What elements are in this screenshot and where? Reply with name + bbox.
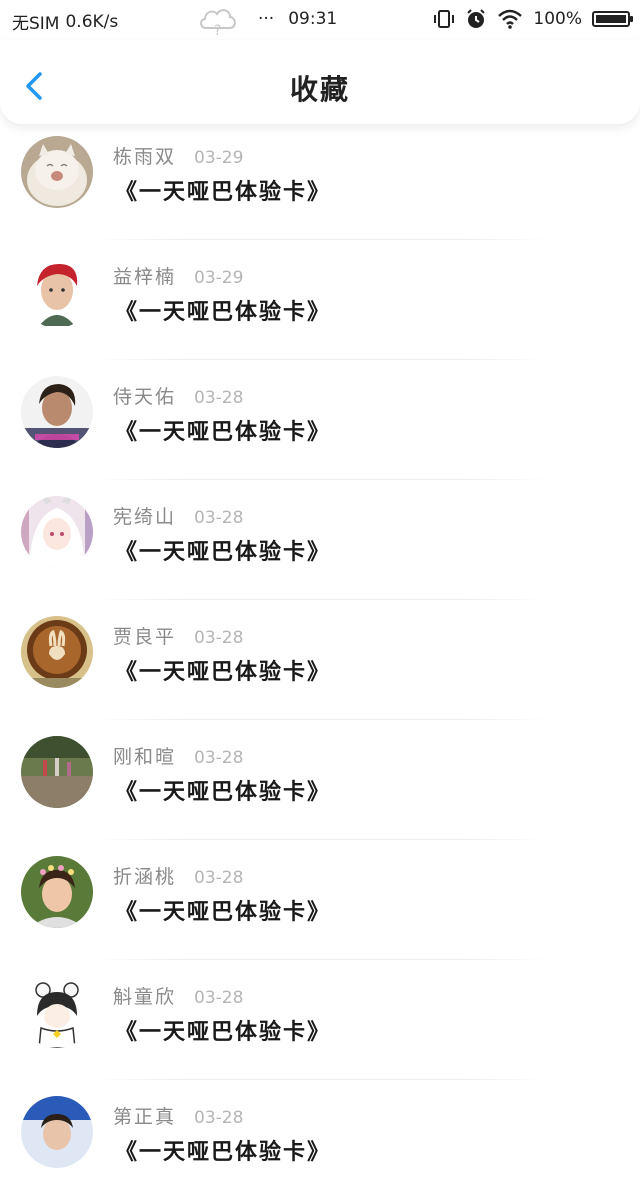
status-bar: 无SIM 0.6K/s ? ··· 09:31 100% — [0, 0, 640, 40]
item-meta: 宪绮山 03-28 — [113, 502, 243, 529]
username: 第正真 — [113, 1106, 177, 1128]
status-right: 100% — [433, 8, 633, 30]
alarm-icon — [467, 9, 486, 28]
network-speed: 0.6K/s — [65, 11, 119, 32]
item-title: 《一天哑巴体验卡》 — [115, 1140, 332, 1165]
battery-percent: 100% — [533, 9, 582, 29]
status-center: ··· 09:31 — [258, 9, 337, 29]
avatar — [21, 376, 93, 448]
item-title: 《一天哑巴体验卡》 — [115, 660, 332, 685]
item-title: 《一天哑巴体验卡》 — [115, 900, 332, 925]
page-title: 收藏 — [289, 73, 350, 106]
username: 宪绮山 — [113, 506, 177, 528]
username: 栋雨双 — [113, 146, 177, 168]
avatar — [21, 616, 93, 688]
item-title: 《一天哑巴体验卡》 — [115, 780, 332, 805]
date: 03-28 — [194, 988, 244, 1008]
header: 收藏 — [0, 40, 640, 124]
cloud-question-icon: ? — [200, 9, 236, 38]
status-left: 无SIM 0.6K/s — [12, 9, 119, 35]
date: 03-28 — [194, 628, 244, 648]
date: 03-28 — [194, 868, 244, 888]
wifi-icon — [498, 9, 523, 29]
battery-icon — [592, 11, 633, 27]
list-item[interactable]: 益梓楠 03-29 《一天哑巴体验卡》 — [0, 240, 640, 360]
item-meta: 侍天佑 03-28 — [113, 382, 243, 409]
avatar — [21, 976, 93, 1048]
username: 贾良平 — [113, 626, 177, 648]
item-meta: 折涵桃 03-28 — [113, 862, 243, 889]
avatar — [21, 256, 93, 328]
item-meta: 第正真 03-28 — [113, 1102, 243, 1129]
date: 03-29 — [194, 148, 244, 168]
list-item[interactable]: 第正真 03-28 《一天哑巴体验卡》 — [0, 1080, 640, 1200]
avatar — [21, 1096, 93, 1168]
list-item[interactable]: 折涵桃 03-28 《一天哑巴体验卡》 — [0, 840, 640, 960]
list-item[interactable]: 侍天佑 03-28 《一天哑巴体验卡》 — [0, 360, 640, 480]
date: 03-28 — [194, 1108, 244, 1128]
item-title: 《一天哑巴体验卡》 — [115, 180, 332, 205]
item-title: 《一天哑巴体验卡》 — [115, 1020, 332, 1045]
item-meta: 益梓楠 03-29 — [113, 262, 243, 289]
list-item[interactable]: 宪绮山 03-28 《一天哑巴体验卡》 — [0, 480, 640, 600]
username: 侍天佑 — [113, 386, 177, 408]
username: 刚和暄 — [113, 746, 177, 768]
list-item[interactable]: 刚和暄 03-28 《一天哑巴体验卡》 — [0, 720, 640, 840]
item-title: 《一天哑巴体验卡》 — [115, 420, 332, 445]
item-title: 《一天哑巴体验卡》 — [115, 300, 332, 325]
date: 03-28 — [194, 388, 244, 408]
item-meta: 刚和暄 03-28 — [113, 742, 243, 769]
item-meta: 贾良平 03-28 — [113, 622, 243, 649]
avatar — [21, 136, 93, 208]
avatar — [21, 856, 93, 928]
item-meta: 栋雨双 03-29 — [113, 142, 243, 169]
username: 折涵桃 — [113, 866, 177, 888]
username: 益梓楠 — [113, 266, 177, 288]
list-item[interactable]: 贾良平 03-28 《一天哑巴体验卡》 — [0, 600, 640, 720]
vibrate-icon — [434, 10, 455, 28]
list-item[interactable]: 斛童欣 03-28 《一天哑巴体验卡》 — [0, 960, 640, 1080]
username: 斛童欣 — [113, 986, 177, 1008]
date: 03-29 — [194, 268, 244, 288]
list-item[interactable]: 栋雨双 03-29 《一天哑巴体验卡》 — [0, 120, 640, 240]
date: 03-28 — [194, 748, 244, 768]
favorites-list: 栋雨双 03-29 《一天哑巴体验卡》 益梓楠 03-29 《一天哑巴体验卡》 — [0, 120, 640, 1200]
svg-text:?: ? — [214, 23, 221, 38]
avatar — [21, 736, 93, 808]
item-title: 《一天哑巴体验卡》 — [115, 540, 332, 565]
avatar — [21, 496, 93, 568]
clock: 09:31 — [288, 9, 338, 29]
more-dots: ··· — [258, 9, 275, 29]
date: 03-28 — [194, 508, 244, 528]
carrier-label: 无SIM — [12, 14, 60, 34]
item-meta: 斛童欣 03-28 — [113, 982, 243, 1009]
